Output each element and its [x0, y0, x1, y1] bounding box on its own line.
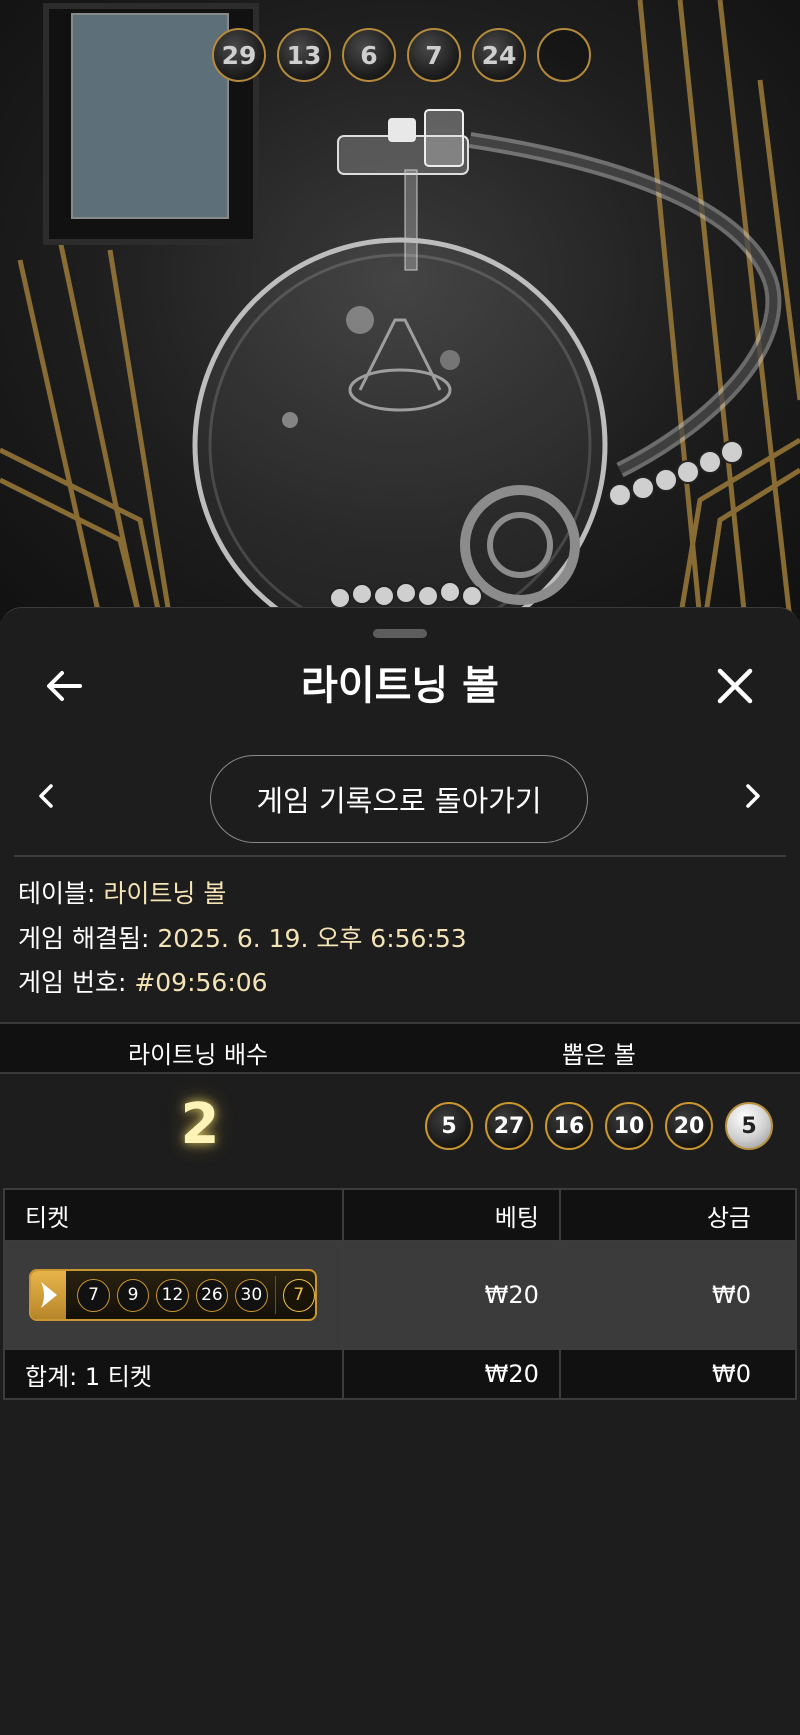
ticket-bonus-ball: 7: [282, 1278, 315, 1312]
ticket-number-ball: 26: [195, 1278, 229, 1312]
ticket-separator: [274, 1276, 276, 1314]
ticket-number-ball: 12: [156, 1278, 189, 1312]
close-button[interactable]: [710, 661, 760, 711]
drawn-ball: 27: [485, 1102, 533, 1150]
live-ball-empty-slot: [537, 28, 591, 82]
live-ball: 6: [342, 28, 396, 82]
drawn-ball: 5: [425, 1102, 473, 1150]
close-icon: [717, 668, 753, 704]
total-label: 합계: 1 티켓: [3, 1348, 344, 1400]
sheet-drag-handle[interactable]: [373, 629, 427, 638]
ticket-number-ball: 7: [77, 1278, 110, 1312]
result-header: 라이트닝 배수 뽑은 볼: [0, 1022, 800, 1074]
info-table: 테이블: 라이트닝 볼: [18, 876, 226, 912]
live-ball: 29: [212, 28, 266, 82]
chevron-right-icon: [746, 784, 760, 808]
ticket-cell: 7 9 12 26 30 7: [3, 1240, 344, 1350]
multiplier-header: 라이트닝 배수: [128, 1041, 269, 1069]
lightning-icon: [31, 1271, 67, 1319]
info-resolved-value: 2025. 6. 19. 오후 6:56:53: [157, 924, 467, 953]
ticket-prize-value: ₩0: [558, 1240, 798, 1350]
live-ball: 24: [472, 28, 526, 82]
info-resolved-label: 게임 해결됨:: [18, 924, 150, 953]
info-resolved: 게임 해결됨: 2025. 6. 19. 오후 6:56:53: [18, 921, 467, 957]
info-game-number-label: 게임 번호:: [18, 968, 127, 997]
game-history-detail-sheet: 라이트닝 볼 게임 기록으로 돌아가기 테이블: 라이트닝 볼 게임 해결됨: …: [0, 607, 800, 1735]
total-bet-value: ₩20: [341, 1348, 561, 1400]
divider: [14, 855, 786, 857]
info-game-number: 게임 번호: #09:56:06: [18, 965, 268, 1001]
table-row: 7 9 12 26 30 7 ₩20 ₩0: [3, 1240, 798, 1350]
back-to-history-button[interactable]: 게임 기록으로 돌아가기: [210, 755, 588, 843]
previous-game-button[interactable]: [30, 779, 64, 813]
drawn-ball: 16: [545, 1102, 593, 1150]
ticket-strip: 7 9 12 26 30 7: [29, 1269, 317, 1321]
ticket-bet-value: ₩20: [341, 1240, 561, 1350]
col-prize-header: 상금: [558, 1188, 798, 1242]
ticket-number-ball: 30: [235, 1278, 268, 1312]
result-body: 2 5 27 16 10 20 5: [0, 1074, 800, 1186]
live-ball: 7: [407, 28, 461, 82]
info-table-value: 라이트닝 볼: [103, 879, 227, 908]
total-prize-value: ₩0: [558, 1348, 798, 1400]
next-game-button[interactable]: [735, 779, 769, 813]
live-ball: 13: [277, 28, 331, 82]
live-video-background: 29 13 6 7 24: [0, 0, 800, 620]
lottery-machine-illustration: [0, 0, 800, 620]
drawn-ball: 20: [665, 1102, 713, 1150]
chevron-left-icon: [39, 784, 53, 808]
bonus-ball: 5: [725, 1102, 773, 1150]
drawn-ball: 10: [605, 1102, 653, 1150]
sheet-title: 라이트닝 볼: [301, 663, 499, 709]
drawn-balls-header: 뽑은 볼: [562, 1041, 636, 1069]
col-ticket-header: 티켓: [3, 1188, 344, 1242]
col-bet-header: 베팅: [341, 1188, 561, 1242]
ticket-total-row: 합계: 1 티켓 ₩20 ₩0: [3, 1348, 798, 1400]
lightning-multiplier-value: 2: [180, 1092, 220, 1157]
info-table-label: 테이블:: [18, 879, 96, 908]
live-drawn-balls: 29 13 6 7 24: [212, 28, 591, 82]
drawn-balls-list: 5 27 16 10 20 5: [425, 1102, 773, 1150]
ticket-number-ball: 9: [116, 1278, 150, 1312]
info-game-number-value: #09:56:06: [134, 968, 268, 997]
ticket-table-header: 티켓 베팅 상금: [3, 1188, 798, 1242]
ticket-table: 티켓 베팅 상금 7 9 12 26 30 7 ₩20 ₩0 합계: 1 티켓 …: [3, 1188, 798, 1400]
